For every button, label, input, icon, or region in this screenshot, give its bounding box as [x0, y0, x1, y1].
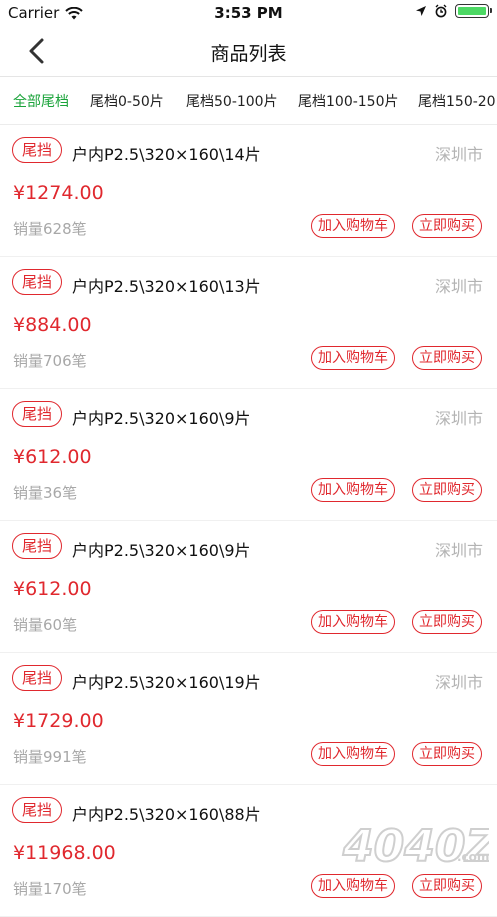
filter-tab-50-100[interactable]: 尾档50-100片 [186, 91, 278, 111]
product-price: ¥612.00 [13, 446, 92, 468]
add-to-cart-button[interactable]: 加入购物车 [311, 610, 395, 634]
product-item[interactable]: 尾挡 户内P2.5\320×160\19片 深圳市 ¥1729.00 销量991… [0, 653, 497, 785]
tail-tag-badge: 尾挡 [12, 797, 63, 823]
product-city: 深圳市 [434, 541, 483, 560]
product-sales: 销量628笔 [13, 220, 87, 238]
product-title: 户内P2.5\320×160\88片 [72, 805, 261, 824]
buy-now-button[interactable]: 立即购买 [412, 214, 482, 238]
product-price: ¥1729.00 [13, 710, 104, 732]
navigation-bar: 商品列表 [0, 26, 497, 77]
filter-tab-100-150[interactable]: 尾档100-150片 [298, 91, 399, 111]
product-city: 深圳市 [434, 409, 483, 428]
buy-now-button[interactable]: 立即购买 [412, 346, 482, 370]
tail-tag-badge: 尾挡 [12, 269, 63, 295]
product-item[interactable]: 尾挡 户内P2.5\320×160\13片 深圳市 ¥884.00 销量706笔… [0, 257, 497, 389]
product-price: ¥1274.00 [13, 182, 104, 204]
buy-now-button[interactable]: 立即购买 [412, 610, 482, 634]
status-right [415, 4, 492, 18]
add-to-cart-button[interactable]: 加入购物车 [311, 346, 395, 370]
filter-tabs: 全部尾档 尾档0-50片 尾档50-100片 尾档100-150片 尾档150-… [0, 77, 497, 125]
product-title: 户内P2.5\320×160\9片 [72, 409, 251, 428]
product-item[interactable]: 尾挡 户内P2.5\320×160\9片 深圳市 ¥612.00 销量36笔 加… [0, 389, 497, 521]
product-item[interactable]: 尾挡 户内P2.5\320×160\14片 深圳市 ¥1274.00 销量628… [0, 125, 497, 257]
filter-tab-150-200[interactable]: 尾档150-20 [418, 91, 496, 111]
watermark-suffix: .com [457, 850, 489, 864]
battery-icon [455, 4, 492, 18]
tail-tag-badge: 尾挡 [12, 137, 63, 163]
alarm-icon [435, 4, 447, 18]
product-sales: 销量706笔 [13, 352, 87, 370]
product-title: 户内P2.5\320×160\9片 [72, 541, 251, 560]
add-to-cart-button[interactable]: 加入购物车 [311, 478, 395, 502]
product-city: 深圳市 [434, 277, 483, 296]
product-sales: 销量36笔 [13, 484, 78, 502]
add-to-cart-button[interactable]: 加入购物车 [311, 214, 395, 238]
battery-fill [458, 7, 486, 15]
product-item[interactable]: 尾挡 户内P2.5\320×160\9片 深圳市 ¥612.00 销量60笔 加… [0, 521, 497, 653]
tail-tag-badge: 尾挡 [12, 401, 63, 427]
product-title: 户内P2.5\320×160\13片 [72, 277, 261, 296]
add-to-cart-button[interactable]: 加入购物车 [311, 742, 395, 766]
product-price: ¥884.00 [13, 314, 92, 336]
product-title: 户内P2.5\320×160\19片 [72, 673, 261, 692]
buy-now-button[interactable]: 立即购买 [412, 478, 482, 502]
product-city: 深圳市 [434, 673, 483, 692]
product-price: ¥612.00 [13, 578, 92, 600]
product-sales: 销量991笔 [13, 748, 87, 766]
product-city: 深圳市 [434, 145, 483, 164]
filter-tab-all[interactable]: 全部尾档 [13, 91, 69, 111]
tail-tag-badge: 尾挡 [12, 533, 63, 559]
watermark-text: 4040Z [342, 821, 489, 872]
buy-now-button[interactable]: 立即购买 [412, 742, 482, 766]
status-bar: Carrier 3:53 PM [0, 0, 497, 26]
product-title: 户内P2.5\320×160\14片 [72, 145, 261, 164]
product-price: ¥11968.00 [13, 842, 116, 864]
product-sales: 销量60笔 [13, 616, 78, 634]
product-list: 尾挡 户内P2.5\320×160\14片 深圳市 ¥1274.00 销量628… [0, 125, 497, 917]
battery-tip [490, 8, 492, 13]
page-title: 商品列表 [210, 43, 287, 65]
filter-tab-0-50[interactable]: 尾档0-50片 [90, 91, 164, 111]
tail-tag-badge: 尾挡 [12, 665, 63, 691]
site-watermark-logo: 4040Z .com [341, 820, 489, 873]
location-icon [416, 6, 426, 16]
product-sales: 销量170笔 [13, 880, 87, 898]
